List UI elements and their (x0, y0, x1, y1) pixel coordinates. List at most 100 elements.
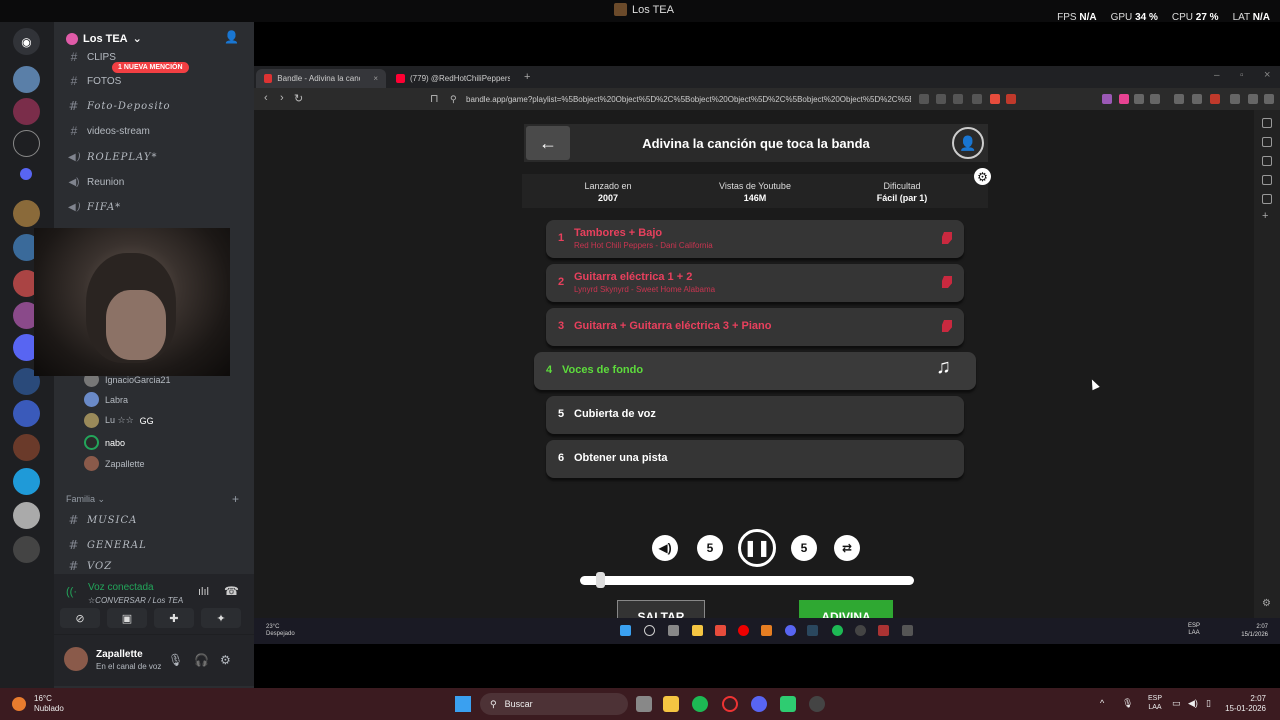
file-explorer-icon[interactable] (663, 696, 679, 712)
server-icon[interactable] (13, 98, 40, 125)
sidebar-icon[interactable] (1262, 175, 1272, 185)
sidebar-icon[interactable] (1262, 194, 1272, 204)
new-tab-button[interactable]: + (524, 71, 530, 83)
channel-videos-stream[interactable]: # videos-stream (68, 122, 150, 140)
gear-icon[interactable]: ⚙ (220, 653, 231, 667)
reload-icon[interactable]: ↻ (294, 92, 303, 105)
menu-icon[interactable] (1264, 94, 1274, 104)
bookmark-icon[interactable]: ⊓ (430, 92, 439, 105)
obs-icon[interactable] (809, 696, 825, 712)
channel-fotos[interactable]: # FOTOS (68, 72, 122, 90)
extension-icon[interactable] (1192, 94, 1202, 104)
windows-start-button[interactable] (455, 696, 471, 712)
server-name[interactable]: Los TEA ⌄ (66, 32, 142, 45)
server-icon[interactable] (13, 400, 40, 427)
channel-voz[interactable]: # VOZ (68, 560, 112, 572)
obs-icon[interactable] (855, 625, 866, 636)
extension-icon[interactable] (1210, 94, 1220, 104)
extension-icon[interactable] (1119, 94, 1129, 104)
channel-reunion[interactable]: ◀) Reunion (68, 173, 124, 191)
url-field[interactable]: bandle.app/game?playlist=%5Bobject%20Obj… (466, 95, 911, 104)
server-icon[interactable] (13, 468, 40, 495)
weather-widget[interactable]: 16°C Nublado (12, 694, 64, 714)
extension-icon[interactable] (1230, 94, 1240, 104)
minimize-icon[interactable]: – (1214, 70, 1220, 81)
soundboard-button[interactable]: ✦ (201, 608, 241, 628)
server-folder-icon[interactable] (20, 168, 32, 180)
discord-icon[interactable] (785, 625, 796, 636)
forward-5-button[interactable]: 5 (791, 535, 817, 561)
task-view-icon[interactable] (668, 625, 679, 636)
volume-button[interactable]: ◀) (652, 535, 678, 561)
sidebar-icon[interactable] (1262, 118, 1272, 128)
server-icon[interactable] (13, 130, 40, 157)
server-icon[interactable] (13, 502, 40, 529)
category-familia[interactable]: Familia ⌄ (66, 494, 105, 505)
pause-button[interactable]: ❚❚ (738, 529, 776, 567)
forward-icon[interactable]: › (280, 92, 284, 104)
tab-youtube[interactable]: (779) @RedHotChiliPeppers - Dani C... (388, 69, 518, 88)
signal-icon[interactable]: ((· (66, 586, 77, 598)
inner-language[interactable]: ESP LAA (1188, 623, 1200, 637)
extension-icon[interactable] (1174, 94, 1184, 104)
server-icon[interactable] (13, 66, 40, 93)
activities-button[interactable]: ✚ (154, 608, 194, 628)
progress-track[interactable] (580, 576, 914, 585)
opera-icon[interactable] (722, 696, 738, 712)
extension-icon[interactable] (1102, 94, 1112, 104)
close-window-icon[interactable]: × (1264, 69, 1270, 81)
extension-icon[interactable] (919, 94, 929, 104)
server-icon[interactable] (13, 200, 40, 227)
volume-icon[interactable]: ◀) (1188, 698, 1198, 709)
file-explorer-icon[interactable] (692, 625, 703, 636)
extension-icon[interactable] (1134, 94, 1144, 104)
channel-fifa[interactable]: ◀) FIFA* (68, 198, 121, 216)
discord-home-icon[interactable]: ◉ (13, 28, 40, 55)
gear-icon[interactable]: ⚙ (974, 168, 991, 185)
task-view-icon[interactable] (636, 696, 652, 712)
inner-clock[interactable]: 2:07 15/1/2026 (1241, 623, 1268, 639)
channel-foto-deposito[interactable]: # Foto-Deposito (68, 97, 171, 115)
language-indicator[interactable]: ESP LAA (1148, 694, 1162, 712)
site-info-icon[interactable]: ⚲ (450, 94, 457, 105)
voice-user[interactable]: Labra (84, 392, 128, 407)
voice-channel-name[interactable]: ☆CONVERSAR / Los TEA (88, 596, 183, 605)
close-icon[interactable]: × (373, 74, 378, 83)
repeat-off-button[interactable]: ⇄ (834, 535, 860, 561)
clock[interactable]: 2:07 15-01-2026 (1225, 694, 1266, 714)
gear-icon[interactable]: ⚙ (1262, 598, 1271, 609)
tab-bandle[interactable]: Bandle - Adivina la canción...× (256, 69, 386, 88)
back-button[interactable]: ← (526, 126, 570, 160)
windows-start-icon[interactable] (620, 625, 631, 636)
channel-clips[interactable]: # CLIPS (68, 48, 116, 66)
brave-shield-icon[interactable] (990, 94, 1000, 104)
app-icon[interactable] (761, 625, 772, 636)
extension-icon[interactable] (953, 94, 963, 104)
chevron-up-icon[interactable]: ^ (1100, 698, 1104, 708)
app-icon[interactable] (878, 625, 889, 636)
inner-weather[interactable]: 23°C Despejado (266, 624, 295, 638)
taskbar-search[interactable]: ⚲ Buscar (480, 693, 628, 715)
voice-user[interactable]: Lu ☆☆ GG (84, 413, 154, 428)
extension-icon[interactable] (936, 94, 946, 104)
maximize-icon[interactable]: ▫ (1240, 70, 1244, 81)
channel-musica[interactable]: # MUSICA (68, 511, 137, 529)
soundboard-icon[interactable]: ılıl (198, 586, 209, 598)
sidebar-icon[interactable] (1262, 137, 1272, 147)
youtube-icon[interactable] (738, 625, 749, 636)
voice-user[interactable]: Zapallette (84, 456, 145, 471)
add-icon[interactable]: + (1262, 210, 1268, 222)
rewind-5-button[interactable]: 5 (697, 535, 723, 561)
clue-row-6-hint[interactable]: 6 Obtener una pista (546, 440, 964, 478)
mention-badge[interactable]: 1 NUEVA MENCIÓN (112, 62, 189, 73)
avatar[interactable] (64, 647, 88, 671)
spotify-icon[interactable] (832, 625, 843, 636)
server-icon[interactable] (13, 536, 40, 563)
sidebar-icon[interactable] (1262, 156, 1272, 166)
voice-user[interactable]: nabo (84, 435, 125, 450)
steam-icon[interactable] (807, 625, 818, 636)
extension-icon[interactable] (972, 94, 982, 104)
extension-icon[interactable] (1248, 94, 1258, 104)
progress-handle[interactable] (595, 572, 605, 588)
screen-share-button[interactable]: ▣ (107, 608, 147, 628)
